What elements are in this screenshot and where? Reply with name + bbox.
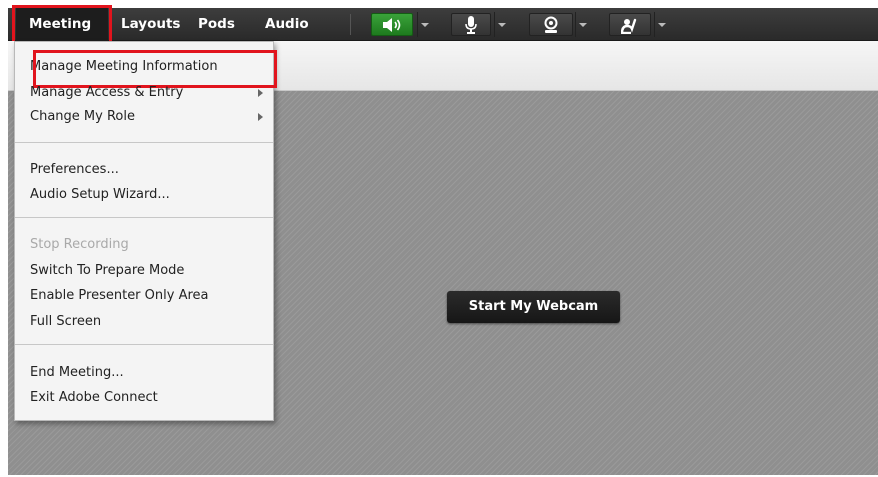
speaker-icon [383,17,401,32]
menu-item-exit-adobe-connect[interactable]: Exit Adobe Connect [15,386,273,410]
microphone-icon [465,15,477,34]
meeting-dropdown-menu: Manage Meeting Information Manage Access… [14,41,277,421]
raise-hand-button[interactable] [609,13,651,36]
menu-separator [15,344,273,345]
menu-item-manage-access-entry[interactable]: Manage Access & Entry [15,81,273,105]
menu-separator [15,142,273,143]
toolbar-divider [350,14,351,35]
microphone-menu-arrow[interactable] [494,12,508,37]
menu-item-switch-to-prepare-mode[interactable]: Switch To Prepare Mode [15,259,273,283]
menu-item-label: Manage Access & Entry [30,85,184,100]
webcam-menu-arrow[interactable] [575,12,589,37]
submenu-arrow-icon [258,113,263,121]
menu-item-stop-recording: Stop Recording [30,237,129,252]
start-webcam-button[interactable]: Start My Webcam [447,291,620,323]
menu-item-preferences[interactable]: Preferences... [15,158,273,182]
menu-bar: Meeting Layouts Pods Audio [8,5,878,44]
speaker-button[interactable] [371,13,413,36]
menu-item-full-screen[interactable]: Full Screen [15,310,273,334]
menu-item-enable-presenter-only-area[interactable]: Enable Presenter Only Area [15,284,273,308]
menu-item-label: Change My Role [30,109,135,124]
menu-pods[interactable]: Pods [198,8,235,41]
menu-meeting[interactable]: Meeting [12,5,112,44]
microphone-button[interactable] [451,13,491,36]
menu-item-manage-meeting-information[interactable]: Manage Meeting Information [15,50,277,88]
menu-layouts[interactable]: Layouts [121,8,180,41]
menu-item-end-meeting[interactable]: End Meeting... [15,361,273,385]
speaker-menu-arrow[interactable] [417,12,431,37]
menu-item-audio-setup-wizard[interactable]: Audio Setup Wizard... [15,183,273,207]
webcam-icon [544,16,558,33]
submenu-arrow-icon [258,89,263,97]
menu-separator [15,217,273,218]
raise-hand-menu-arrow[interactable] [654,12,668,37]
webcam-button[interactable] [529,13,573,36]
raise-hand-icon [621,18,637,34]
menu-item-change-my-role[interactable]: Change My Role [15,105,273,129]
menu-audio[interactable]: Audio [265,8,309,41]
